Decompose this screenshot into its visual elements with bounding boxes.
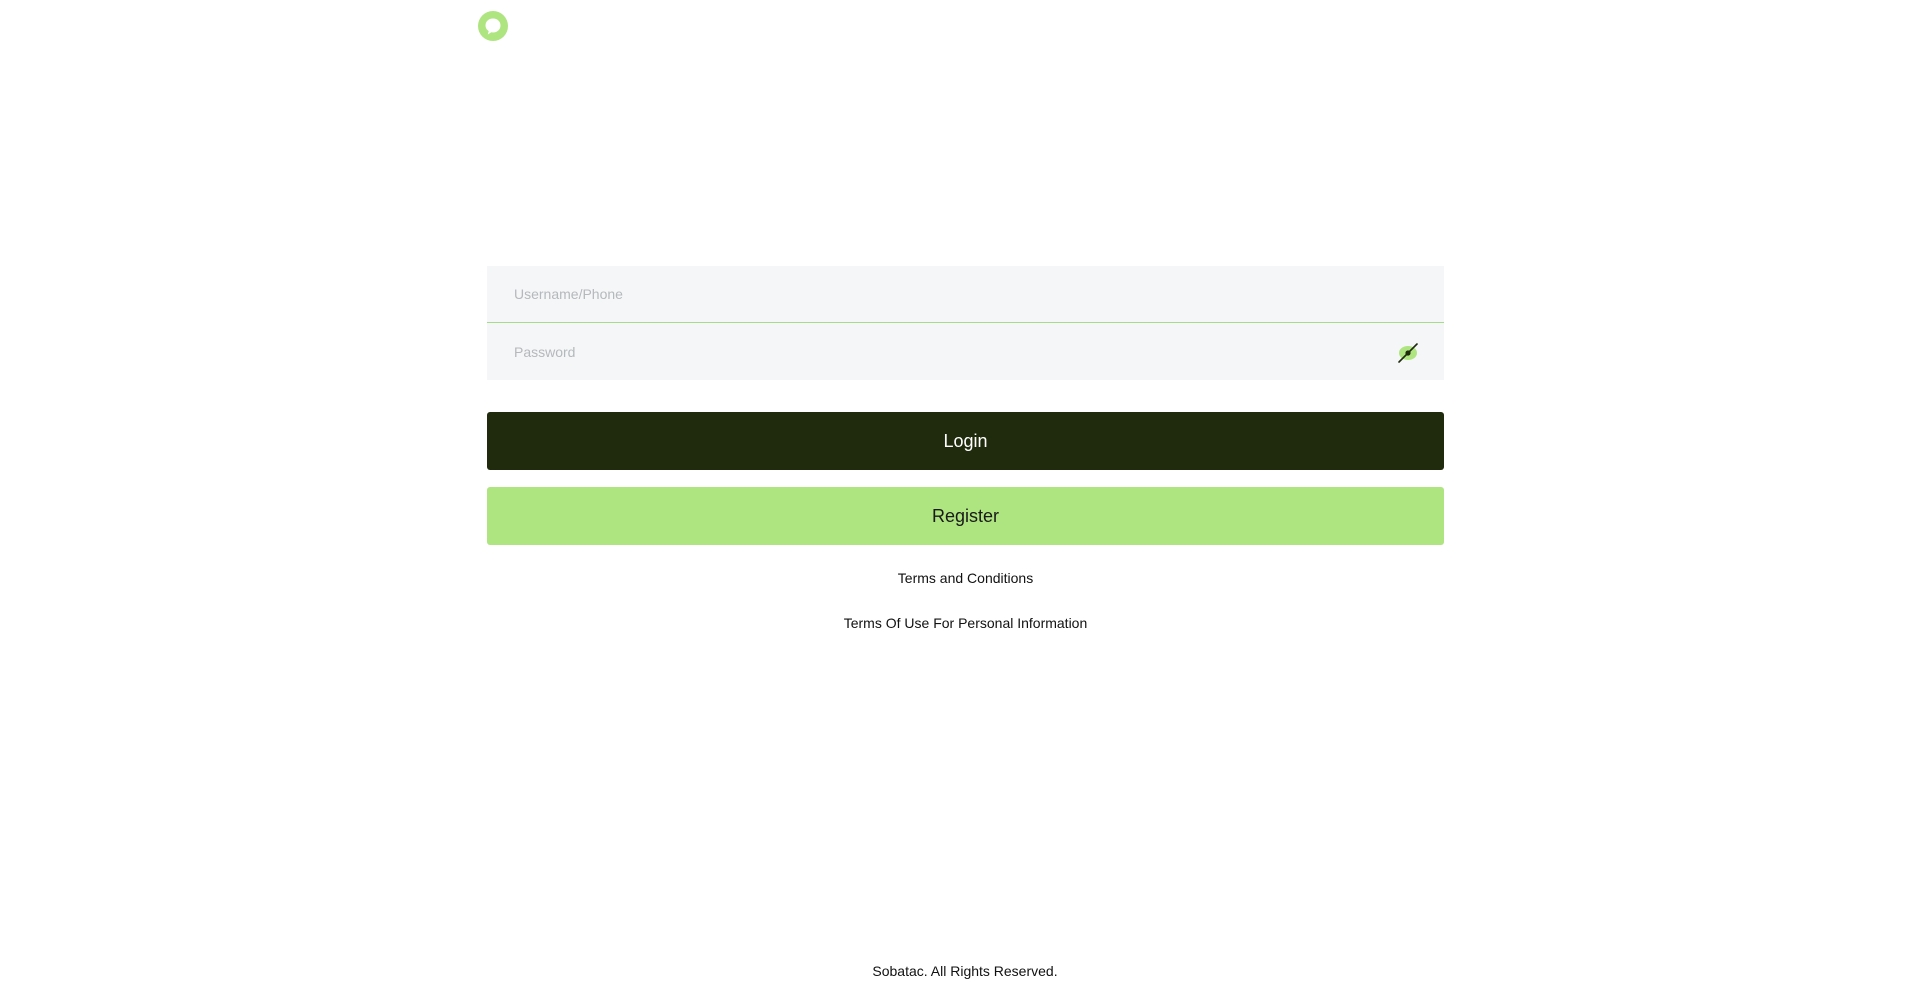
username-field-container <box>487 266 1444 323</box>
login-form: Login Register Terms and Conditions Term… <box>487 266 1444 631</box>
username-input[interactable] <box>487 266 1444 322</box>
eye-slash-icon <box>1398 343 1418 363</box>
login-button[interactable]: Login <box>487 412 1444 470</box>
chat-bubble-icon <box>478 11 508 41</box>
password-field-container <box>487 323 1444 380</box>
register-button[interactable]: Register <box>487 487 1444 545</box>
personal-information-terms-link[interactable]: Terms Of Use For Personal Information <box>487 615 1444 631</box>
terms-and-conditions-link[interactable]: Terms and Conditions <box>487 570 1444 586</box>
login-page: Login Register Terms and Conditions Term… <box>0 0 1920 993</box>
password-visibility-toggle[interactable] <box>1396 341 1420 365</box>
footer-copyright: Sobatac. All Rights Reserved. <box>872 963 1058 979</box>
password-input[interactable] <box>487 323 1444 380</box>
brand-logo[interactable] <box>478 11 508 41</box>
